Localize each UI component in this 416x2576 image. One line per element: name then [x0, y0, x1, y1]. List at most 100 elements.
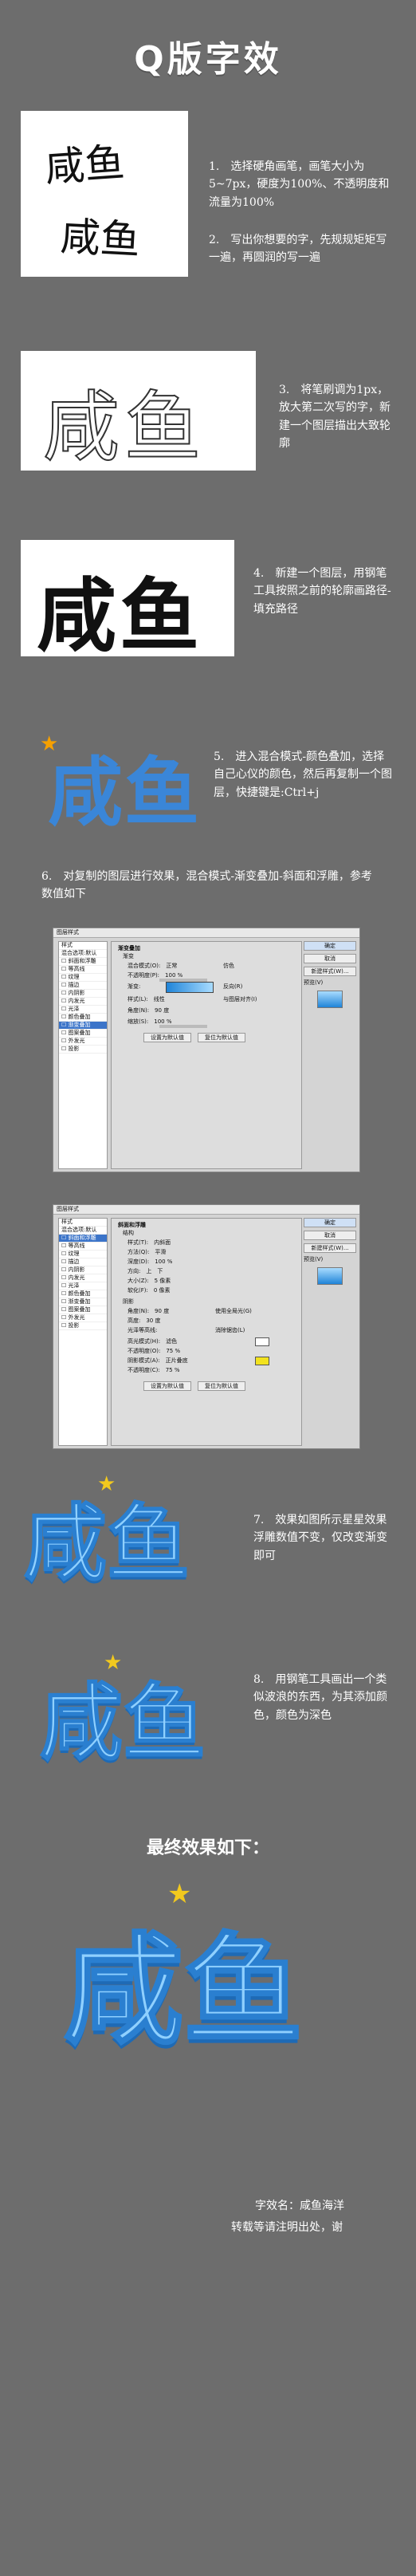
new-style-button[interactable]: 新建样式(W)...	[304, 1243, 356, 1253]
highlight-color-swatch[interactable]	[255, 1337, 269, 1346]
style-sidebar-item[interactable]: ☐ 描边	[59, 982, 107, 990]
shade-row-5[interactable]: 阴影模式(A): 正片叠底	[128, 1357, 188, 1364]
row-5[interactable]: 缩放(S): 100 %	[128, 1018, 172, 1025]
style-sidebar-item[interactable]: 混合选项:默认	[59, 1227, 107, 1235]
step-2-text: 2. 写出你想要的字，先规规矩矩写一遍，再圆润的写一遍	[209, 234, 387, 265]
step-5-text: 5. 进入混合模式-颜色叠加，选择自己心仪的颜色，然后再复制一个图层，快捷键是:…	[214, 750, 392, 799]
step3-image: 咸鱼	[21, 351, 256, 473]
style-sidebar-item[interactable]: ☐ 图案叠加	[59, 1030, 107, 1038]
row-0[interactable]: 样式(T): 内斜面	[128, 1239, 171, 1246]
new-style-button[interactable]: 新建样式(W)...	[304, 967, 356, 976]
ok-button[interactable]: 确定	[304, 941, 356, 951]
row-4[interactable]: 角度(N): 90 度	[128, 1007, 169, 1014]
style-sidebar-item[interactable]: ☐ 内阴影	[59, 1266, 107, 1274]
style-sidebar-item[interactable]: ☐ 斜面和浮雕	[59, 1235, 107, 1243]
handwriting-1: 咸鱼	[43, 139, 127, 191]
dialog-title: 图层样式	[53, 928, 359, 938]
row-3[interactable]: 样式(L): 线性	[128, 996, 165, 1002]
page-title: Q版字效	[134, 39, 282, 80]
scale-slider[interactable]	[159, 1025, 207, 1028]
row-1[interactable]: 不透明度(P): 100 %	[128, 972, 182, 979]
final-heading: 最终效果如下：	[146, 1837, 269, 1858]
settings-body: 渐变叠加 渐变 混合模式(O): 正常 不透明度(P): 100 % 渐变: 样…	[111, 941, 302, 1169]
outline-text: 咸鱼	[42, 382, 206, 473]
checkbox-dither[interactable]: 仿色	[223, 963, 234, 969]
style-sidebar-item[interactable]: ☐ 等高线	[59, 1243, 107, 1251]
star-icon: ★	[104, 1651, 123, 1675]
style-sidebar-item[interactable]: ☐ 纹理	[59, 974, 107, 982]
style-sidebar-item[interactable]: ☐ 投影	[59, 1322, 107, 1330]
style-sidebar-item[interactable]: ☐ 渐变叠加	[59, 1298, 107, 1306]
row-5[interactable]: 软化(F): 0 像素	[128, 1287, 171, 1294]
credit-name: 字效名：咸鱼海洋	[255, 2200, 344, 2212]
checkbox-global-light[interactable]: 使用全局光(G)	[215, 1308, 252, 1314]
row-2[interactable]: 深度(D): 100 %	[128, 1258, 172, 1265]
layer-style-dialog-bevel: 图层样式 样式 混合选项:默认 ☐ 斜面和浮雕 ☐ 等高线 ☐ 纹理 ☐ 描边 ☐ 内阴影 ☐…	[53, 1204, 360, 1449]
cancel-button[interactable]: 取消	[304, 954, 356, 963]
step-8-text: 8. 用钢笔工具画出一个类似波浪的东西，为其添加颜色，颜色为深色	[253, 1673, 387, 1722]
style-sidebar-item[interactable]: 混合选项:默认	[59, 950, 107, 958]
row-1[interactable]: 方法(Q): 平滑	[128, 1249, 166, 1255]
dialog-buttons: 确定 取消 新建样式(W)... 预览(V)	[304, 1218, 356, 1290]
subsection-title: 渐变	[123, 953, 134, 959]
style-sidebar-item[interactable]: ☐ 等高线	[59, 966, 107, 974]
style-sidebar-item[interactable]: ☐ 投影	[59, 1046, 107, 1054]
preview-checkbox[interactable]: 预览(V)	[304, 1256, 356, 1262]
star-icon: ★	[167, 1878, 192, 1910]
shade-row-4[interactable]: 不透明度(O): 75 %	[128, 1348, 180, 1354]
shade-title: 阴影	[123, 1298, 134, 1305]
shade-row-0[interactable]: 角度(N): 90 度	[128, 1308, 169, 1314]
style-sidebar-item[interactable]: ☐ 斜面和浮雕	[59, 958, 107, 966]
style-sidebar-item[interactable]: ☐ 光泽	[59, 1282, 107, 1290]
shadow-color-swatch[interactable]	[255, 1357, 269, 1365]
final-effect-text: 咸鱼	[62, 1921, 304, 2062]
style-sidebar-item[interactable]: ☐ 光泽	[59, 1006, 107, 1014]
opacity-slider[interactable]	[159, 979, 207, 982]
gradient-swatch[interactable]	[166, 982, 214, 993]
shade-row-6[interactable]: 不透明度(C): 75 %	[128, 1367, 180, 1373]
shade-row-2[interactable]: 光泽等高线:	[128, 1327, 157, 1333]
style-sidebar-item[interactable]: ☐ 渐变叠加	[59, 1022, 107, 1030]
credit-note: 转载等请注明出处，谢	[231, 2221, 343, 2234]
subsection-title: 结构	[123, 1230, 134, 1236]
checkbox-reverse[interactable]: 反向(R)	[223, 983, 242, 990]
star-icon: ★	[97, 1472, 116, 1496]
style-sidebar-item[interactable]: ☐ 描边	[59, 1258, 107, 1266]
shade-row-3[interactable]: 高光模式(H): 滤色	[128, 1338, 177, 1345]
preview-checkbox[interactable]: 预览(V)	[304, 979, 356, 986]
style-sidebar-item[interactable]: ☐ 颜色叠加	[59, 1290, 107, 1298]
style-sidebar-item[interactable]: ☐ 颜色叠加	[59, 1014, 107, 1022]
step5-colored-text: 咸鱼	[48, 750, 202, 837]
row-0[interactable]: 混合模式(O): 正常	[128, 963, 177, 969]
ok-button[interactable]: 确定	[304, 1218, 356, 1227]
reset-default-button[interactable]: 复位为默认值	[198, 1033, 245, 1042]
preview-swatch	[317, 1267, 343, 1285]
style-sidebar-item[interactable]: ☐ 内发光	[59, 998, 107, 1006]
style-sidebar: 样式 混合选项:默认 ☐ 斜面和浮雕 ☐ 等高线 ☐ 纹理 ☐ 描边 ☐ 内阴影 ☐ 内发光 ☐…	[58, 941, 108, 1169]
style-sidebar-item[interactable]: ☐ 外发光	[59, 1314, 107, 1322]
cancel-button[interactable]: 取消	[304, 1231, 356, 1240]
preview-swatch	[317, 991, 343, 1008]
row-4[interactable]: 大小(Z): 5 像素	[128, 1278, 171, 1284]
step-1-text: 1. 选择硬角画笔，画笔大小为5~7px，硬度为100%、不透明度和流量为100…	[209, 160, 390, 209]
set-default-button[interactable]: 设置为默认值	[143, 1033, 191, 1042]
row-3[interactable]: 方向: 上 下	[128, 1268, 163, 1274]
set-default-button[interactable]: 设置为默认值	[143, 1381, 191, 1391]
style-sidebar-item[interactable]: 样式	[59, 942, 107, 950]
settings-body: 斜面和浮雕 结构 样式(T): 内斜面 方法(Q): 平滑 深度(D): 100…	[111, 1218, 302, 1446]
style-sidebar-item[interactable]: 样式	[59, 1219, 107, 1227]
style-sidebar-item[interactable]: ☐ 图案叠加	[59, 1306, 107, 1314]
shade-row-1[interactable]: 高度: 30 度	[128, 1318, 161, 1324]
checkbox-antialias[interactable]: 消除锯齿(L)	[215, 1327, 245, 1333]
style-sidebar-item[interactable]: ☐ 内发光	[59, 1274, 107, 1282]
style-sidebar-item[interactable]: ☐ 纹理	[59, 1251, 107, 1258]
checkbox-align[interactable]: 与图层对齐(I)	[223, 996, 257, 1002]
reset-default-button[interactable]: 复位为默认值	[198, 1381, 245, 1391]
step8-effect-text: 咸鱼	[39, 1673, 206, 1772]
step-4-text: 4. 新建一个图层，用钢笔工具按照之前的轮廓画路径-填充路径	[253, 567, 391, 616]
handwriting-2: 咸鱼	[59, 213, 142, 264]
style-sidebar-item[interactable]: ☐ 内阴影	[59, 990, 107, 998]
style-sidebar-item[interactable]: ☐ 外发光	[59, 1038, 107, 1046]
filled-text: 咸鱼	[37, 569, 202, 663]
step-7-text: 7. 效果如图所示星星效果浮雕数值不变，仅改变渐变即可	[253, 1514, 387, 1562]
